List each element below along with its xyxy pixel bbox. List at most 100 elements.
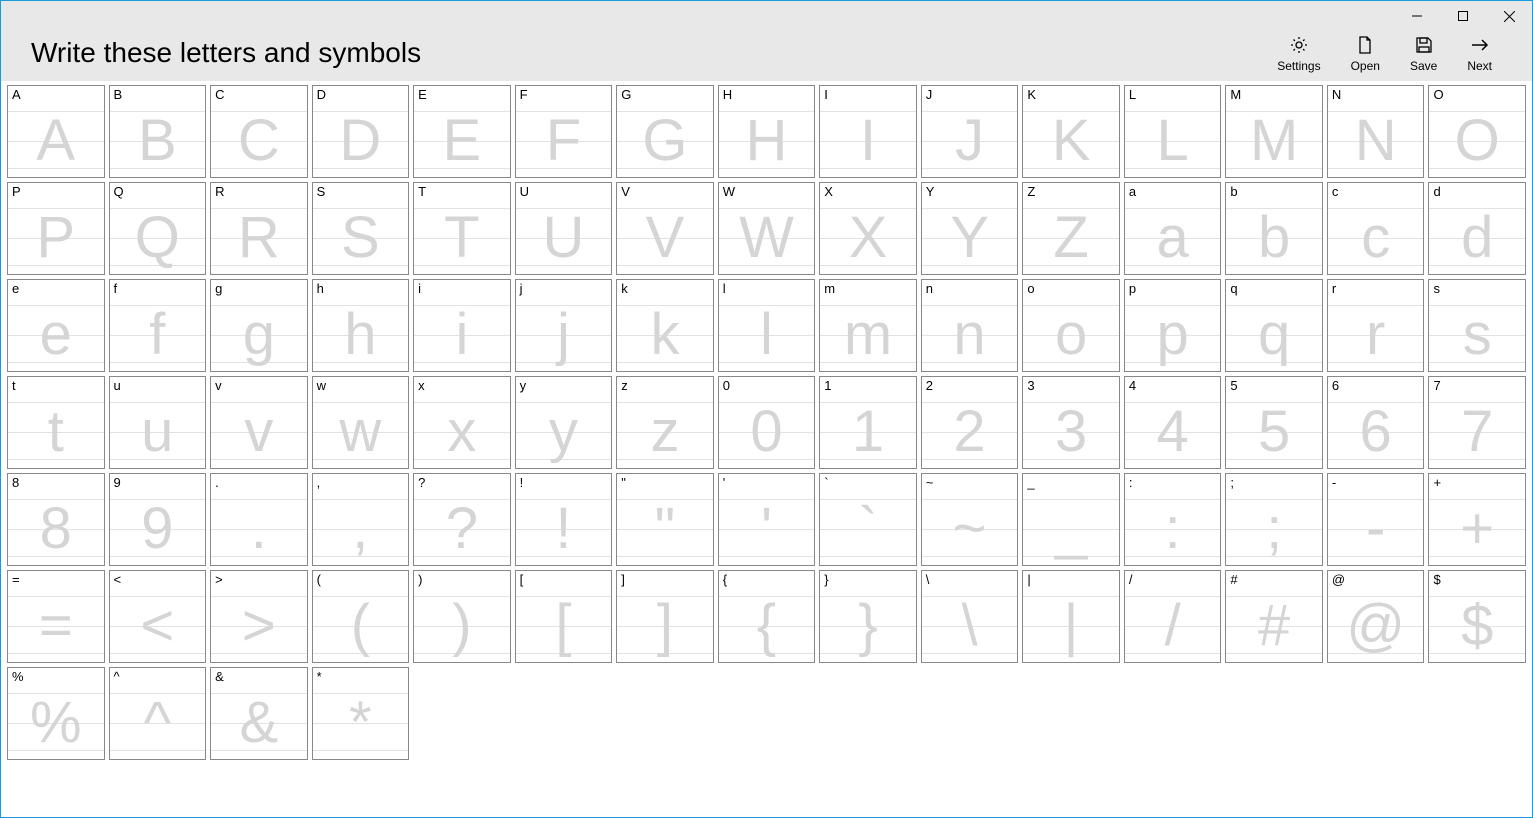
- character-cell[interactable]: ((: [312, 570, 410, 663]
- handwriting-area[interactable]: z: [617, 395, 713, 468]
- character-cell[interactable]: II: [819, 85, 917, 178]
- character-cell[interactable]: '': [718, 473, 816, 566]
- character-cell[interactable]: ss: [1428, 279, 1526, 372]
- handwriting-area[interactable]: F: [516, 104, 612, 177]
- character-cell[interactable]: 99: [109, 473, 207, 566]
- character-cell[interactable]: xx: [413, 376, 511, 469]
- character-cell[interactable]: HH: [718, 85, 816, 178]
- handwriting-area[interactable]: =: [8, 589, 104, 662]
- character-cell[interactable]: UU: [515, 182, 613, 275]
- handwriting-area[interactable]: O: [1429, 104, 1525, 177]
- handwriting-area[interactable]: V: [617, 201, 713, 274]
- character-cell[interactable]: %%: [7, 667, 105, 760]
- handwriting-area[interactable]: h: [313, 298, 409, 371]
- handwriting-area[interactable]: ?: [414, 492, 510, 565]
- character-cell[interactable]: WW: [718, 182, 816, 275]
- handwriting-area[interactable]: [: [516, 589, 612, 662]
- character-cell[interactable]: --: [1327, 473, 1425, 566]
- handwriting-area[interactable]: Z: [1023, 201, 1119, 274]
- handwriting-area[interactable]: A: [8, 104, 104, 177]
- character-cell[interactable]: gg: [210, 279, 308, 372]
- character-cell[interactable]: GG: [616, 85, 714, 178]
- character-cell[interactable]: PP: [7, 182, 105, 275]
- character-cell[interactable]: QQ: [109, 182, 207, 275]
- character-cell[interactable]: ^^: [109, 667, 207, 760]
- character-cell[interactable]: ]]: [616, 570, 714, 663]
- character-cell[interactable]: uu: [109, 376, 207, 469]
- character-cell[interactable]: )): [413, 570, 511, 663]
- character-cell[interactable]: 44: [1124, 376, 1222, 469]
- handwriting-area[interactable]: T: [414, 201, 510, 274]
- settings-button[interactable]: Settings: [1277, 35, 1320, 73]
- handwriting-area[interactable]: 5: [1226, 395, 1322, 468]
- character-cell[interactable]: &&: [210, 667, 308, 760]
- handwriting-area[interactable]: e: [8, 298, 104, 371]
- handwriting-area[interactable]: a: [1125, 201, 1221, 274]
- character-cell[interactable]: CC: [210, 85, 308, 178]
- character-cell[interactable]: nn: [921, 279, 1019, 372]
- character-cell[interactable]: ++: [1428, 473, 1526, 566]
- handwriting-area[interactable]: 3: [1023, 395, 1119, 468]
- character-cell[interactable]: LL: [1124, 85, 1222, 178]
- handwriting-area[interactable]: %: [8, 686, 104, 759]
- handwriting-area[interactable]: G: [617, 104, 713, 177]
- handwriting-area[interactable]: 0: [719, 395, 815, 468]
- character-cell[interactable]: cc: [1327, 182, 1425, 275]
- character-cell[interactable]: //: [1124, 570, 1222, 663]
- character-cell[interactable]: aa: [1124, 182, 1222, 275]
- character-cell[interactable]: __: [1022, 473, 1120, 566]
- handwriting-area[interactable]: y: [516, 395, 612, 468]
- handwriting-area[interactable]: J: [922, 104, 1018, 177]
- character-cell[interactable]: \\: [921, 570, 1019, 663]
- handwriting-area[interactable]: }: [820, 589, 916, 662]
- handwriting-area[interactable]: o: [1023, 298, 1119, 371]
- character-cell[interactable]: **: [312, 667, 410, 760]
- character-cell[interactable]: bb: [1225, 182, 1323, 275]
- handwriting-area[interactable]: *: [313, 686, 409, 759]
- handwriting-area[interactable]: ": [617, 492, 713, 565]
- handwriting-area[interactable]: i: [414, 298, 510, 371]
- character-cell[interactable]: zz: [616, 376, 714, 469]
- handwriting-area[interactable]: B: [110, 104, 206, 177]
- handwriting-area[interactable]: .: [211, 492, 307, 565]
- handwriting-area[interactable]: x: [414, 395, 510, 468]
- character-cell[interactable]: TT: [413, 182, 511, 275]
- character-cell[interactable]: }}: [819, 570, 917, 663]
- character-cell[interactable]: 77: [1428, 376, 1526, 469]
- character-cell[interactable]: XX: [819, 182, 917, 275]
- handwriting-area[interactable]: c: [1328, 201, 1424, 274]
- handwriting-area[interactable]: 7: [1429, 395, 1525, 468]
- handwriting-area[interactable]: m: [820, 298, 916, 371]
- character-cell[interactable]: @@: [1327, 570, 1425, 663]
- handwriting-area[interactable]: _: [1023, 492, 1119, 565]
- character-cell[interactable]: AA: [7, 85, 105, 178]
- handwriting-area[interactable]: 6: [1328, 395, 1424, 468]
- character-cell[interactable]: ==: [7, 570, 105, 663]
- character-cell[interactable]: FF: [515, 85, 613, 178]
- character-cell[interactable]: rr: [1327, 279, 1425, 372]
- handwriting-area[interactable]: S: [313, 201, 409, 274]
- handwriting-area[interactable]: j: [516, 298, 612, 371]
- handwriting-area[interactable]: (: [313, 589, 409, 662]
- handwriting-area[interactable]: 8: [8, 492, 104, 565]
- handwriting-area[interactable]: t: [8, 395, 104, 468]
- handwriting-area[interactable]: N: [1328, 104, 1424, 177]
- handwriting-area[interactable]: -: [1328, 492, 1424, 565]
- handwriting-area[interactable]: ~: [922, 492, 1018, 565]
- character-cell[interactable]: ::: [1124, 473, 1222, 566]
- handwriting-area[interactable]: l: [719, 298, 815, 371]
- handwriting-area[interactable]: D: [313, 104, 409, 177]
- character-cell[interactable]: SS: [312, 182, 410, 275]
- maximize-button[interactable]: [1440, 1, 1486, 31]
- character-cell[interactable]: ;;: [1225, 473, 1323, 566]
- next-button[interactable]: Next: [1467, 35, 1492, 73]
- character-cell[interactable]: ||: [1022, 570, 1120, 663]
- character-cell[interactable]: ii: [413, 279, 511, 372]
- character-cell[interactable]: ~~: [921, 473, 1019, 566]
- handwriting-area[interactable]: :: [1125, 492, 1221, 565]
- character-cell[interactable]: 55: [1225, 376, 1323, 469]
- character-cell[interactable]: 00: [718, 376, 816, 469]
- character-cell[interactable]: ff: [109, 279, 207, 372]
- close-button[interactable]: [1486, 1, 1532, 31]
- character-cell[interactable]: VV: [616, 182, 714, 275]
